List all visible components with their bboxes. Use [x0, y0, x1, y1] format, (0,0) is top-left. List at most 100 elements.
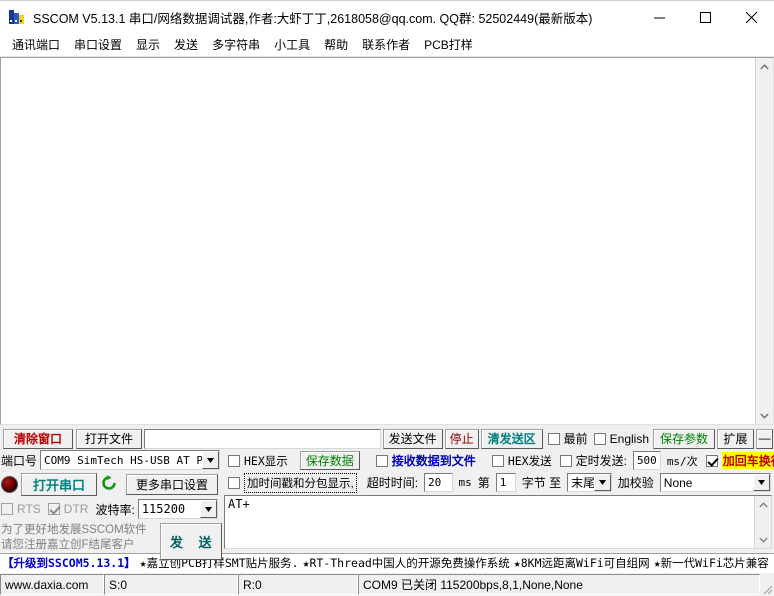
- timestamp-label: 加时间戳和分包显示,: [244, 472, 357, 493]
- menu-item-comm-port[interactable]: 通讯端口: [5, 34, 67, 56]
- timeout-input[interactable]: 20: [424, 473, 453, 492]
- crlf-checkbox[interactable]: 加回车换行: [705, 452, 774, 469]
- control-panel: 清除窗口 打开文件 发送文件 停止 清发送区 最前 English 保存参数 扩…: [0, 425, 774, 560]
- open-file-button[interactable]: 打开文件: [76, 428, 142, 449]
- send-text[interactable]: AT+: [225, 496, 754, 548]
- open-port-button[interactable]: 打开串口: [21, 473, 97, 496]
- options-row-1: HEX显示 保存数据 接收数据到文件 HEX发送 定时发送: 500 ms/次 …: [224, 450, 774, 471]
- byte-end-select-value: 末尾: [571, 476, 594, 490]
- maximize-button[interactable]: [682, 1, 728, 33]
- baud-select-value: 115200: [141, 502, 186, 516]
- options-panel: HEX显示 保存数据 接收数据到文件 HEX发送 定时发送: 500 ms/次 …: [224, 450, 774, 493]
- file-toolbar: 清除窗口 打开文件 发送文件 停止 清发送区 最前 English 保存参数 扩…: [0, 425, 774, 450]
- status-website[interactable]: www.daxia.com: [0, 574, 104, 595]
- refresh-icon[interactable]: [100, 474, 118, 495]
- menu-item-pcb[interactable]: PCB打样: [417, 34, 480, 56]
- save-params-button[interactable]: 保存参数: [653, 428, 715, 449]
- menu-item-multi-string[interactable]: 多字符串: [205, 34, 267, 56]
- menu-item-contact-author[interactable]: 联系作者: [355, 34, 417, 56]
- clear-window-button[interactable]: 清除窗口: [3, 428, 73, 449]
- ms-per-time-label: ms/次: [666, 454, 698, 468]
- receive-text[interactable]: [1, 58, 755, 424]
- topmost-label: 最前: [563, 432, 588, 446]
- clear-send-button[interactable]: 清发送区: [480, 428, 543, 449]
- dtr-checkbox-box[interactable]: [47, 503, 60, 515]
- byte-range-label: 字节 至: [521, 476, 562, 490]
- byte-end-select[interactable]: 末尾: [567, 473, 612, 492]
- chevron-down-icon[interactable]: [753, 474, 771, 491]
- timed-send-checkbox[interactable]: 定时发送:: [559, 452, 627, 469]
- recv-to-file-checkbox-box[interactable]: [375, 454, 388, 467]
- byte-start-input[interactable]: 1: [495, 473, 516, 492]
- minimize-button[interactable]: [636, 1, 682, 33]
- topmost-checkbox-box[interactable]: [547, 432, 560, 445]
- hex-display-label: HEX显示: [244, 453, 288, 468]
- recv-to-file-label: 接收数据到文件: [391, 454, 476, 468]
- status-received-count: R:0: [238, 574, 358, 595]
- receive-area[interactable]: [0, 57, 774, 425]
- rts-checkbox[interactable]: RTS: [1, 502, 41, 516]
- scroll-up-icon[interactable]: [756, 58, 773, 75]
- hex-display-checkbox-box[interactable]: [228, 454, 240, 467]
- register-note: 为了更好地发展SSCOM软件 请您注册嘉立创F结尾客户: [1, 523, 147, 553]
- timestamp-checkbox-box[interactable]: [228, 476, 240, 489]
- menu-item-send[interactable]: 发送: [167, 34, 205, 56]
- scroll-down-icon[interactable]: [756, 407, 773, 424]
- collapse-button[interactable]: —: [756, 428, 773, 449]
- baud-select[interactable]: 115200: [137, 499, 218, 519]
- window-controls: [636, 1, 774, 33]
- chevron-down-icon[interactable]: [593, 474, 611, 491]
- chevron-down-icon[interactable]: [199, 500, 217, 518]
- recv-to-file-checkbox[interactable]: 接收数据到文件: [375, 452, 476, 469]
- dtr-label: DTR: [63, 502, 89, 516]
- register-note-line2: 请您注册嘉立创F结尾客户: [1, 539, 135, 551]
- send-scrollbar[interactable]: [754, 496, 771, 548]
- hex-display-checkbox[interactable]: HEX显示: [228, 453, 288, 469]
- scroll-down-icon[interactable]: [755, 531, 772, 548]
- send-text-area[interactable]: AT+: [224, 495, 772, 549]
- chevron-down-icon[interactable]: [202, 451, 220, 469]
- topmost-checkbox[interactable]: 最前: [547, 430, 588, 447]
- more-port-settings-button[interactable]: 更多串口设置: [126, 474, 218, 495]
- rts-checkbox-box[interactable]: [1, 503, 13, 515]
- hex-send-checkbox-box[interactable]: [491, 454, 504, 467]
- english-checkbox-box[interactable]: [593, 432, 606, 445]
- timed-send-checkbox-box[interactable]: [559, 454, 572, 467]
- close-icon: [745, 11, 757, 23]
- status-bar: www.daxia.com S:0 R:0 COM9 已关闭 115200bps…: [0, 572, 774, 596]
- ad-segment-3[interactable]: ★8KM远距离WiFi可自组网: [514, 555, 650, 571]
- close-button[interactable]: [728, 1, 774, 33]
- ad-segment-2[interactable]: ★RT-Thread中国人的开源免费操作系统: [303, 555, 510, 571]
- port-select-value: COM9 SimTech HS-USB AT Por: [44, 453, 203, 467]
- save-data-button[interactable]: 保存数据: [299, 451, 360, 470]
- scroll-up-icon[interactable]: [755, 496, 772, 513]
- extend-button[interactable]: 扩展: [717, 428, 754, 449]
- port-row: 端口号 COM9 SimTech HS-USB AT Por: [1, 450, 222, 470]
- minimize-icon: [653, 17, 665, 18]
- rts-label: RTS: [17, 502, 41, 516]
- stop-button[interactable]: 停止: [444, 428, 479, 449]
- menu-item-help[interactable]: 帮助: [317, 34, 355, 56]
- timeout-label: 超时时间:: [366, 476, 419, 490]
- menu-bar: 通讯端口 串口设置 显示 发送 多字符串 小工具 帮助 联系作者 PCB打样: [0, 33, 774, 57]
- menu-item-serial-settings[interactable]: 串口设置: [67, 34, 129, 56]
- menu-item-display[interactable]: 显示: [129, 34, 167, 56]
- status-sent-count: S:0: [104, 574, 238, 595]
- checksum-select[interactable]: None: [659, 473, 772, 492]
- options-row-2: 加时间戳和分包显示, 超时时间: 20 ms 第 1 字节 至 末尾 加校验 N…: [224, 472, 772, 493]
- register-note-line1: 为了更好地发展SSCOM软件: [1, 524, 147, 536]
- menu-item-tools[interactable]: 小工具: [267, 34, 317, 56]
- timed-send-input[interactable]: 500: [632, 451, 661, 470]
- send-file-button[interactable]: 发送文件: [382, 428, 443, 449]
- dtr-checkbox[interactable]: DTR: [47, 502, 89, 516]
- timestamp-checkbox[interactable]: 加时间戳和分包显示,: [228, 472, 357, 493]
- crlf-checkbox-box[interactable]: [705, 454, 718, 467]
- checksum-select-value: None: [663, 475, 693, 490]
- english-checkbox[interactable]: English: [593, 432, 649, 446]
- hex-send-checkbox[interactable]: HEX发送: [491, 453, 552, 469]
- file-path-input[interactable]: [144, 428, 381, 449]
- receive-scrollbar[interactable]: [755, 58, 773, 424]
- send-button[interactable]: 发 送: [159, 523, 222, 560]
- ad-segment-4[interactable]: ★新一代WiFi芯片兼容: [654, 555, 769, 571]
- port-select[interactable]: COM9 SimTech HS-USB AT Por: [40, 450, 221, 470]
